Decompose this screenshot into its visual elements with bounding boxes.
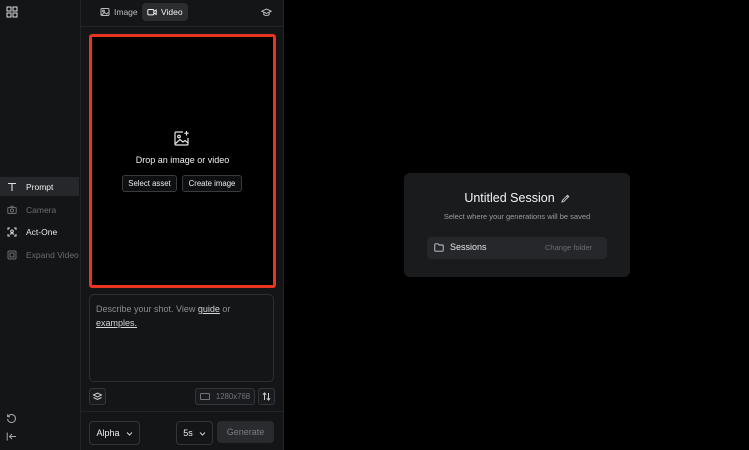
model-select[interactable]: Alpha	[89, 421, 140, 445]
pencil-edit-icon[interactable]	[561, 194, 570, 203]
rail-item-camera[interactable]: Camera	[0, 200, 79, 219]
examples-link[interactable]: examples.	[96, 318, 137, 328]
session-title: Untitled Session	[404, 191, 630, 205]
camera-icon	[7, 205, 17, 215]
duration-label: 5s	[183, 428, 193, 438]
rail-item-act-one[interactable]: Act-One	[0, 222, 79, 241]
resolution-label: 1280x768	[215, 392, 251, 401]
act-one-icon	[7, 227, 17, 237]
folder-label: Sessions	[434, 242, 487, 252]
chevron-down-icon	[126, 430, 133, 437]
prompt-placeholder: Describe your shot. View guide or example…	[96, 304, 231, 328]
rail-item-label: Expand Video	[26, 249, 79, 260]
add-image-icon	[173, 130, 190, 147]
dropzone-text: Drop an image or video	[135, 155, 230, 165]
swap-button[interactable]	[258, 388, 275, 405]
history-icon[interactable]	[6, 413, 17, 424]
session-subtitle: Select where your generations will be sa…	[443, 212, 591, 221]
create-image-button[interactable]: Create image	[182, 175, 242, 192]
presets-button[interactable]	[89, 388, 106, 405]
learn-cap-icon[interactable]	[261, 7, 272, 18]
generate-button[interactable]: Generate	[217, 421, 274, 443]
chevron-down-icon	[199, 430, 206, 437]
rail-item-prompt[interactable]: Prompt	[0, 177, 79, 196]
collapse-sidebar-icon[interactable]	[6, 431, 17, 442]
text-t-icon	[7, 182, 17, 192]
tab-image[interactable]: Image	[95, 3, 143, 21]
duration-select[interactable]: 5s	[176, 421, 213, 445]
folder-icon	[434, 242, 444, 252]
model-label: Alpha	[96, 428, 120, 438]
apps-grid-icon[interactable]	[6, 6, 18, 18]
session-card	[404, 173, 630, 277]
aspect-ratio-icon	[199, 393, 210, 400]
change-folder-button[interactable]: Change folder	[545, 243, 592, 252]
guide-link[interactable]: guide	[198, 304, 220, 314]
rail-item-label: Act-One	[26, 226, 58, 237]
image-icon	[100, 7, 110, 17]
resolution-button[interactable]: 1280x768	[195, 388, 255, 405]
select-asset-button[interactable]: Select asset	[122, 175, 177, 192]
expand-video-icon	[7, 250, 17, 260]
tab-video[interactable]: Video	[142, 3, 188, 21]
rail-item-expand-video[interactable]: Expand Video	[0, 245, 79, 264]
rail-item-label: Prompt	[26, 181, 54, 192]
video-camera-icon	[147, 7, 157, 17]
mode-tabs: Image Video	[81, 0, 283, 27]
divider	[81, 411, 283, 412]
rail-item-label: Camera	[26, 204, 57, 215]
